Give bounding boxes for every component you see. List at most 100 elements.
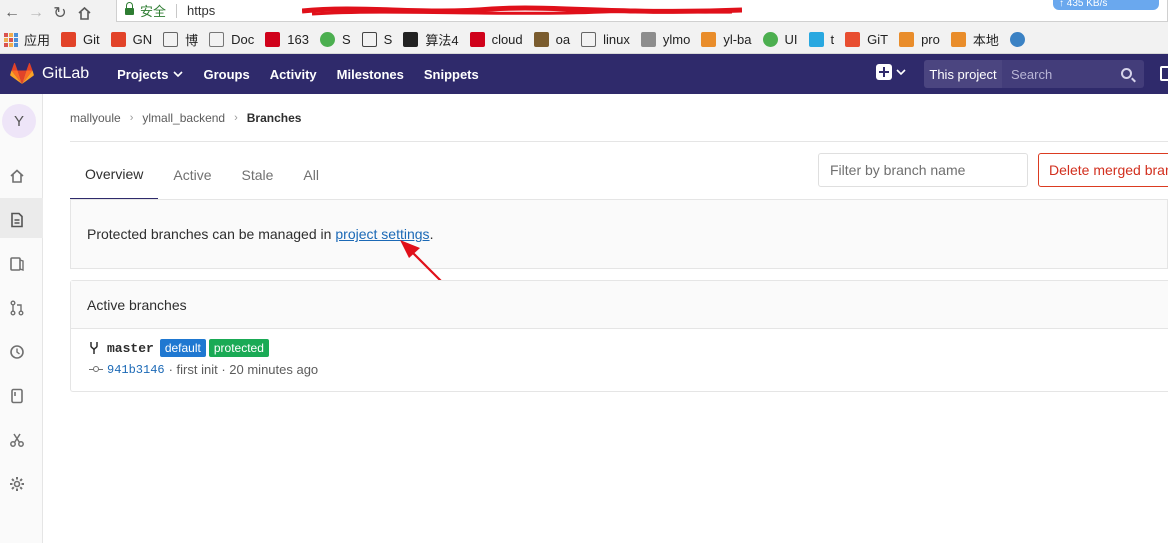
todo-icon[interactable] (1160, 66, 1168, 81)
bookmark-item[interactable]: GN (110, 32, 152, 47)
panel-title: Active branches (71, 281, 1168, 329)
bookmark-label: 博 (185, 33, 199, 48)
bookmark-item[interactable]: pro (899, 32, 940, 47)
bookmark-label: 算法4 (425, 33, 459, 48)
branch-name-row: master default protected (89, 339, 272, 357)
search-icon (1121, 68, 1132, 79)
diamond-icon (808, 32, 824, 47)
breadcrumb: mallyoule › ylmall_backend › Branches (70, 111, 301, 125)
home-icon[interactable] (7, 166, 27, 186)
bookmark-item[interactable]: UI (762, 32, 798, 47)
forward-arrow-icon[interactable]: → (24, 1, 48, 25)
bookmark-item[interactable]: linux (581, 32, 630, 47)
branch-tabs: Overview Active Stale All (70, 150, 334, 200)
ci-cd-icon[interactable] (7, 342, 27, 362)
bookmark-item[interactable]: cloud (469, 32, 523, 47)
protected-badge: protected (208, 339, 269, 357)
protected-branches-notice: Protected branches can be managed in pro… (70, 200, 1168, 269)
search-input[interactable]: Search (1002, 60, 1144, 88)
snippets-scissors-icon[interactable] (7, 430, 27, 450)
commit-sha-link[interactable]: 941b3146 (107, 363, 165, 377)
apps-grid-icon (4, 32, 18, 47)
bookmark-item[interactable]: 本地 (950, 30, 999, 49)
bookmark-item[interactable]: ylmo (640, 32, 691, 47)
gitlab-icon (110, 32, 126, 47)
bookmark-item[interactable]: 应用 (4, 30, 50, 49)
back-arrow-icon[interactable]: ← (0, 1, 24, 25)
nav-snippets[interactable]: Snippets (424, 67, 479, 82)
delete-merged-branches-button[interactable]: Delete merged branches (1038, 153, 1168, 187)
breadcrumb-group[interactable]: mallyoule (70, 111, 121, 125)
bookmarks-bar: 应用 Git GN 博 Doc 163 S S 算法4 cloud oa linux ylmo yl-ba… (0, 26, 1168, 54)
bookmark-item[interactable]: 163 (265, 32, 309, 47)
commit-meta: · first init · 20 minutes ago (168, 362, 319, 377)
bookmark-label: ylmo (662, 32, 691, 47)
bookmark-item[interactable]: S (361, 32, 393, 47)
lambda-icon (581, 32, 597, 47)
breadcrumb-project[interactable]: ylmall_backend (142, 111, 225, 125)
breadcrumb-current[interactable]: Branches (247, 111, 302, 125)
tab-overview[interactable]: Overview (70, 150, 159, 200)
bookmark-item[interactable]: t (808, 32, 834, 47)
reload-icon[interactable]: ↻ (48, 1, 72, 25)
nav-milestones[interactable]: Milestones (337, 67, 404, 82)
chevron-right-icon: › (129, 112, 134, 124)
active-branches-panel: Active branches master default protected… (70, 280, 1168, 392)
redaction-scribble-icon (302, 5, 742, 16)
bookmark-item[interactable]: GiT (845, 32, 888, 47)
bookmark-label: linux (603, 32, 630, 47)
bookmark-label: S (383, 32, 393, 47)
branch-name[interactable]: master (107, 341, 154, 356)
bookmark-item[interactable]: oa (533, 32, 570, 47)
jenkins-icon (899, 32, 915, 47)
commit-info: 941b3146 · first init · 20 minutes ago (89, 362, 318, 377)
project-sidebar: Y (0, 94, 43, 543)
gitlab-logo[interactable]: GitLab (10, 63, 117, 85)
bookmark-item[interactable]: yl-ba (701, 32, 752, 47)
f-icon (533, 32, 549, 47)
bookmark-label: yl-ba (723, 32, 752, 47)
bookmark-item[interactable]: 算法4 (403, 30, 459, 49)
bookmark-item[interactable]: 博 (163, 30, 198, 49)
filter-branch-input[interactable] (818, 153, 1028, 187)
nav-activity[interactable]: Activity (270, 67, 317, 82)
wiki-icon[interactable] (7, 386, 27, 406)
163-icon (265, 32, 281, 47)
home-browser-icon[interactable] (72, 1, 96, 25)
divider (176, 3, 178, 18)
url-text: https (187, 3, 216, 18)
nav-projects[interactable]: Projects (117, 66, 184, 82)
tab-stale[interactable]: Stale (226, 150, 288, 200)
table-row: master default protected 941b3146 · firs… (71, 329, 1168, 391)
bookmark-item[interactable]: Git (61, 32, 100, 47)
tab-active[interactable]: Active (158, 150, 226, 200)
plus-icon (876, 64, 892, 80)
project-avatar[interactable]: Y (2, 104, 36, 138)
chevron-down-icon (896, 68, 906, 75)
gitlab-icon (61, 32, 77, 47)
bookmark-item[interactable] (1009, 32, 1032, 47)
tab-all[interactable]: All (288, 150, 334, 200)
circle-icon (762, 32, 778, 47)
network-icon (361, 32, 377, 47)
brand-name: GitLab (42, 65, 90, 82)
browser-address-bar: ← → ↻ 安全 https ↑ 435 KB/s (0, 0, 1168, 26)
nav-projects-label: Projects (117, 66, 169, 82)
nav-groups[interactable]: Groups (203, 67, 249, 82)
bookmark-label: pro (921, 32, 940, 47)
merge-request-icon[interactable] (7, 298, 27, 318)
notice-text: Protected branches can be managed in (87, 226, 332, 242)
bookmark-item[interactable]: S (319, 32, 351, 47)
issues-icon[interactable] (7, 254, 27, 274)
lambda-icon (163, 32, 179, 47)
url-input[interactable]: 安全 https ↑ 435 KB/s (116, 0, 1168, 22)
bookmark-label: UI (784, 32, 798, 47)
search-scope-badge[interactable]: This project (924, 60, 1002, 88)
bookmark-label: GiT (867, 32, 889, 47)
settings-gear-icon[interactable] (7, 474, 27, 494)
new-dropdown-button[interactable] (876, 64, 906, 80)
project-file-icon[interactable] (7, 210, 27, 230)
bookmark-label: 应用 (24, 33, 51, 48)
bookmark-item[interactable]: Doc (209, 32, 254, 47)
divider (70, 141, 1168, 142)
